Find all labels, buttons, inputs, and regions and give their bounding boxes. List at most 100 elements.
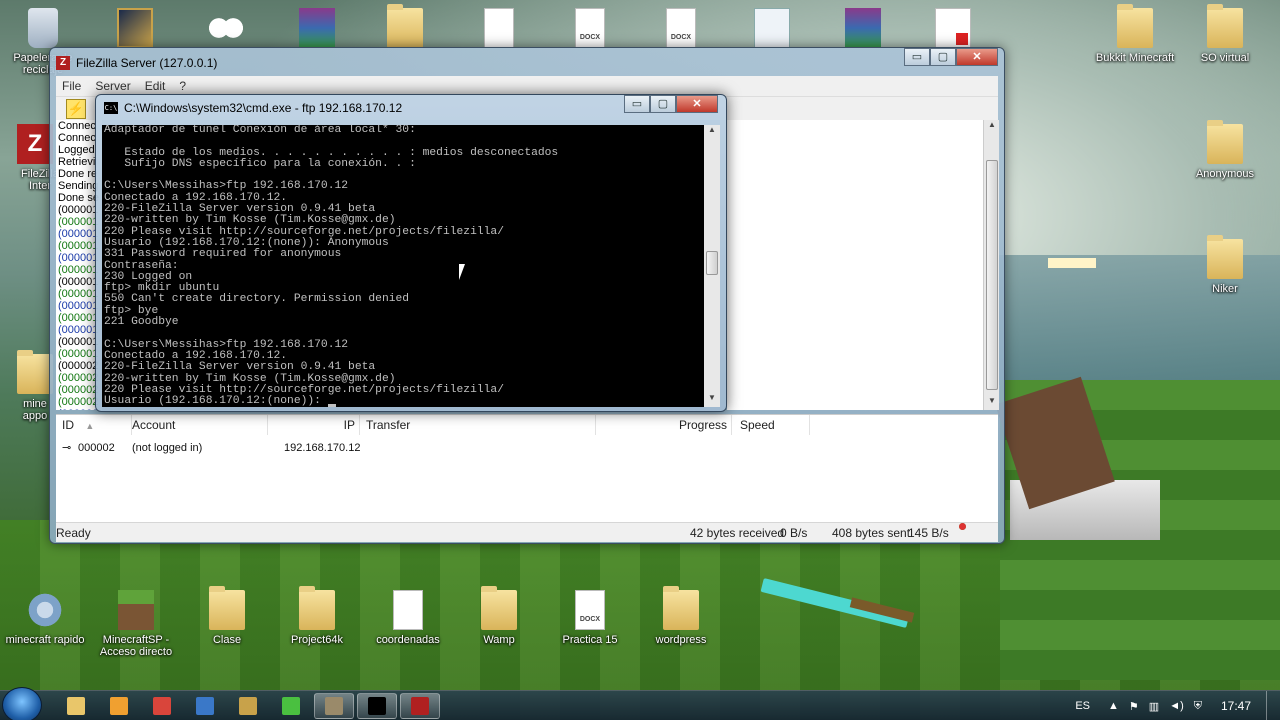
- folder-icon: [1207, 120, 1243, 164]
- tools-icon: [325, 697, 343, 715]
- maximize-button[interactable]: ▢: [930, 48, 956, 66]
- desktop-icon-winrar-1[interactable]: [272, 8, 362, 52]
- connections-table[interactable]: ID ▲ Account IP Transfer Progress Speed …: [56, 414, 998, 522]
- cmd-titlebar[interactable]: C:\ C:\Windows\system32\cmd.exe - ftp 19…: [104, 101, 402, 115]
- folder-icon: [387, 4, 423, 48]
- scroll-up-icon[interactable]: ▲: [984, 120, 1000, 134]
- col-header-progress[interactable]: Progress: [596, 415, 732, 435]
- desktop-icon-docx-1[interactable]: DOCX: [545, 8, 635, 52]
- menu-file[interactable]: File: [62, 79, 81, 93]
- desktop-icon-project64k[interactable]: Project64k: [272, 586, 362, 646]
- network-icon[interactable]: ▥: [1149, 700, 1159, 713]
- desktop-icon-eyes[interactable]: [181, 8, 271, 52]
- show-desktop-button[interactable]: [1266, 691, 1280, 720]
- desktop-icon-winrar-2[interactable]: [818, 8, 908, 52]
- scrollbar-thumb[interactable]: [706, 251, 718, 275]
- desktop-icon-script[interactable]: [727, 8, 817, 52]
- desktop-icon-niker[interactable]: Niker: [1180, 235, 1270, 295]
- desktop-icon-label: minecraft rapido: [5, 634, 85, 646]
- taskbar-item-explorer[interactable]: [56, 693, 96, 719]
- taskbar: ES ▲ ⚑ ▥ ◄) ⛨ 17:47: [0, 687, 1280, 720]
- log-scrollbar[interactable]: ▲ ▼: [983, 120, 999, 410]
- folder-icon: [1117, 4, 1153, 48]
- desktop-icon-bukkit-minecraft[interactable]: Bukkit Minecraft: [1090, 4, 1180, 64]
- taskbar-item-lol[interactable]: [228, 693, 268, 719]
- start-button[interactable]: [2, 687, 42, 720]
- col-header-speed[interactable]: Speed: [740, 415, 810, 435]
- minecraft-icon: [118, 590, 154, 630]
- desktop-icon-clase[interactable]: Clase: [182, 586, 272, 646]
- eyes-icon: [208, 8, 244, 48]
- volume-icon[interactable]: ◄): [1169, 700, 1184, 712]
- col-header-transfer[interactable]: Transfer: [366, 415, 596, 435]
- taskbar-item-chrome[interactable]: [142, 693, 182, 719]
- flag-icon[interactable]: ⚑: [1129, 700, 1139, 713]
- menu-server[interactable]: Server: [95, 79, 130, 93]
- desktop-icon-minecraft-rapido[interactable]: minecraft rapido: [0, 590, 90, 646]
- system-tray: ES ▲ ⚑ ▥ ◄) ⛨ 17:47: [1075, 691, 1280, 720]
- winrar-icon: [845, 8, 881, 48]
- close-button[interactable]: ✕: [676, 95, 718, 113]
- send-rate: 145 B/s: [908, 526, 949, 540]
- desktop-icon-pdf[interactable]: [908, 8, 998, 52]
- activate-server-button[interactable]: ⚡: [66, 99, 86, 119]
- desktop-icon-lol[interactable]: [90, 8, 180, 52]
- folder-icon: [663, 586, 699, 630]
- close-button[interactable]: ✕: [956, 48, 998, 66]
- desktop-icon-document[interactable]: [454, 8, 544, 52]
- taskbar-item-media[interactable]: [99, 693, 139, 719]
- desktop-icon-docx-2[interactable]: DOCX: [636, 8, 726, 52]
- desktop-icon-minecraftsp[interactable]: MinecraftSP - Acceso directo: [91, 590, 181, 658]
- console-line: 221 Goodbye: [104, 316, 179, 329]
- status-bar: Ready 42 bytes received 0 B/s 408 bytes …: [56, 522, 998, 542]
- clock[interactable]: 17:47: [1206, 699, 1266, 713]
- desktop-icon-practica-15[interactable]: DOCX Practica 15: [545, 590, 635, 646]
- folder-icon: [1207, 4, 1243, 48]
- scroll-up-icon[interactable]: ▲: [704, 125, 720, 139]
- text-cursor: [327, 404, 336, 407]
- document-icon: [484, 8, 514, 48]
- desktop-icon-so-virtual[interactable]: SO virtual: [1180, 4, 1270, 64]
- col-header-id[interactable]: ID ▲: [62, 415, 132, 435]
- row-account: (not logged in): [132, 442, 203, 454]
- folder-icon: [17, 350, 53, 394]
- console-line: 550 Can't create directory. Permission d…: [104, 293, 410, 306]
- scroll-down-icon[interactable]: ▼: [984, 396, 1000, 410]
- taskbar-item-cmd[interactable]: [357, 693, 397, 719]
- row-id: 000002: [78, 442, 115, 454]
- console-output[interactable]: Adaptador de túnel Conexión de área loca…: [102, 125, 704, 407]
- col-header-ip[interactable]: IP: [268, 415, 360, 435]
- minimize-button[interactable]: ▭: [624, 95, 650, 113]
- desktop-icon-wamp[interactable]: Wamp: [454, 586, 544, 646]
- scroll-down-icon[interactable]: ▼: [704, 393, 720, 407]
- desktop-icon-coordenadas[interactable]: coordenadas: [363, 590, 453, 646]
- arrow-up-icon[interactable]: ▲: [1108, 700, 1119, 712]
- console-scrollbar[interactable]: ▲ ▼: [704, 125, 720, 407]
- docx-badge: DOCX: [579, 34, 601, 41]
- maximize-button[interactable]: ▢: [650, 95, 676, 113]
- taskbar-item-tools[interactable]: [314, 693, 354, 719]
- menu-help[interactable]: ?: [179, 79, 186, 93]
- table-row[interactable]: ⊸ 000002 (not logged in) 192.168.170.12: [62, 439, 962, 457]
- menu-edit[interactable]: Edit: [145, 79, 166, 93]
- desktop-icon-label: SO virtual: [1200, 52, 1250, 64]
- taskbar-item-messenger[interactable]: [271, 693, 311, 719]
- desktop-icon-wordpress[interactable]: wordpress: [636, 586, 726, 646]
- desktop-icon-folder-top[interactable]: [360, 4, 450, 52]
- desktop-icon-label: Wamp: [483, 634, 515, 646]
- taskbar-item-filezilla[interactable]: [400, 693, 440, 719]
- scrollbar-thumb[interactable]: [986, 160, 998, 390]
- language-indicator[interactable]: ES: [1075, 700, 1090, 712]
- log-panel-right[interactable]: ▲ ▼: [727, 120, 999, 410]
- col-header-account[interactable]: Account: [132, 415, 268, 435]
- filezilla-titlebar[interactable]: Z FileZilla Server (127.0.0.1): [56, 54, 217, 72]
- minimize-button[interactable]: ▭: [904, 48, 930, 66]
- mouse-pointer-icon: [459, 264, 465, 280]
- cmd-window[interactable]: C:\ C:\Windows\system32\cmd.exe - ftp 19…: [95, 94, 727, 412]
- shield-icon[interactable]: ⛨: [1194, 700, 1202, 713]
- desktop-icon-anonymous[interactable]: Anonymous: [1180, 120, 1270, 180]
- console-line: ftp> bye: [104, 304, 159, 317]
- console-line: 220-FileZilla Server version 0.9.41 beta: [104, 361, 376, 374]
- messenger-icon: [282, 697, 300, 715]
- taskbar-item-globe[interactable]: [185, 693, 225, 719]
